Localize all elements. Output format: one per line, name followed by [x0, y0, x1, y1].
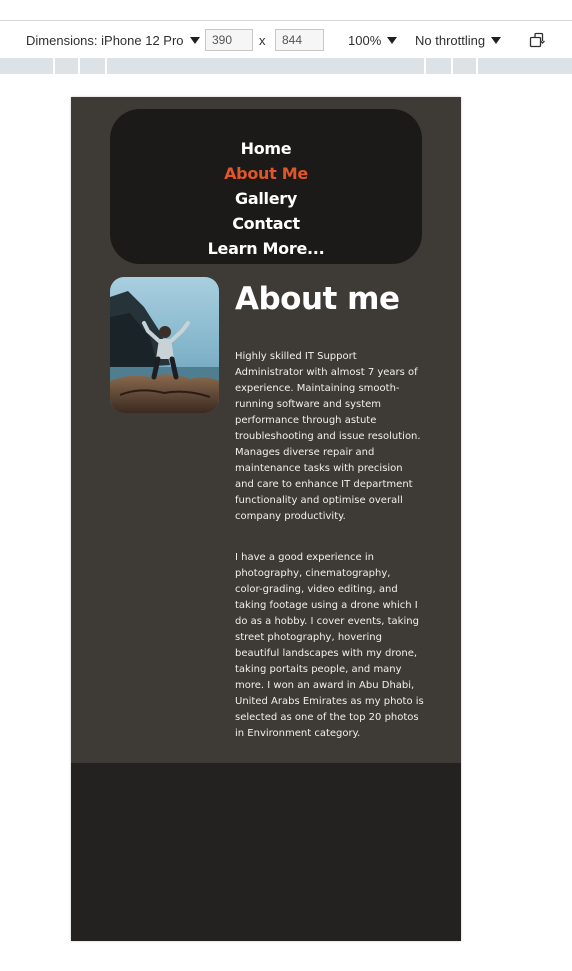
ruler-tick	[424, 58, 426, 74]
text-line: in Environment category.	[235, 728, 361, 739]
width-input[interactable]: 390	[205, 29, 253, 51]
chevron-down-icon	[491, 36, 502, 44]
text-line: color-grading, video editing, and	[235, 584, 398, 595]
nav-link-learn-more[interactable]: Learn More...	[110, 239, 422, 258]
page-title: About me	[235, 281, 400, 317]
nav-link-gallery[interactable]: Gallery	[110, 189, 422, 208]
text-line: selected as one of the top 20 photos	[235, 712, 419, 723]
device-dimensions-dropdown[interactable]: Dimensions: iPhone 12 Pro	[26, 26, 200, 54]
nav-link-about-me[interactable]: About Me	[110, 164, 422, 183]
text-line: company productivity.	[235, 511, 346, 522]
rotate-device-icon[interactable]	[529, 26, 547, 54]
text-line: maintenance tasks with precision	[235, 463, 403, 474]
times-sign: x	[259, 32, 266, 48]
chevron-down-icon	[189, 36, 200, 44]
text-line: Administrator with almost 7 years of	[235, 367, 418, 378]
navigation-menu: Home About Me Gallery Contact Learn More…	[110, 109, 422, 264]
nav-link-contact[interactable]: Contact	[110, 214, 422, 233]
text-line: experience. Maintaining smooth-	[235, 383, 400, 394]
text-line: do as a hobby. I cover events, taking	[235, 616, 419, 627]
about-paragraph-professional: Highly skilled IT Support Administrator …	[235, 349, 429, 525]
about-section: Home About Me Gallery Contact Learn More…	[71, 97, 461, 763]
text-line: Highly skilled IT Support	[235, 351, 357, 362]
media-query-ruler[interactable]	[0, 58, 572, 74]
text-line: photography, cinematography,	[235, 568, 391, 579]
text-line: United Arabs Emirates as my photo is	[235, 696, 424, 707]
height-input[interactable]: 844	[275, 29, 324, 51]
zoom-dropdown[interactable]: 100%	[348, 26, 398, 54]
text-line: I have a good experience in	[235, 552, 374, 563]
text-line: performance through astute	[235, 415, 377, 426]
text-line: running software and system	[235, 399, 382, 410]
profile-photo	[110, 277, 219, 413]
text-line: more. I won an award in Abu Dhabi,	[235, 680, 415, 691]
page-footer	[71, 763, 461, 941]
zoom-label: 100%	[348, 32, 382, 48]
text-line: taking portaits people, and many	[235, 664, 402, 675]
chevron-down-icon	[387, 36, 398, 44]
ruler-tick	[53, 58, 55, 74]
text-line: Manages diverse repair and	[235, 447, 375, 458]
toolbar-divider	[0, 20, 572, 21]
ruler-tick	[105, 58, 107, 74]
text-line: beautiful landscapes with my drone,	[235, 648, 418, 659]
throttling-label: No throttling	[415, 32, 486, 48]
ruler-tick	[476, 58, 478, 74]
throttling-dropdown[interactable]: No throttling	[415, 26, 502, 54]
text-line: taking footage using a drone which I	[235, 600, 418, 611]
text-line: troubleshooting and issue resolution.	[235, 431, 421, 442]
text-line: functionality and optimise overall	[235, 495, 403, 506]
text-line: and care to enhance IT department	[235, 479, 413, 490]
nav-link-home[interactable]: Home	[110, 139, 422, 158]
devtools-device-toolbar: Dimensions: iPhone 12 Pro 390 x 844 100%…	[0, 0, 572, 58]
ruler-tick	[451, 58, 453, 74]
device-viewport: Home About Me Gallery Contact Learn More…	[71, 97, 461, 941]
device-dimensions-label: Dimensions: iPhone 12 Pro	[26, 32, 184, 48]
about-paragraph-hobby: I have a good experience in photography,…	[235, 550, 429, 742]
ruler-tick	[78, 58, 80, 74]
text-line: street photography, hovering	[235, 632, 382, 643]
